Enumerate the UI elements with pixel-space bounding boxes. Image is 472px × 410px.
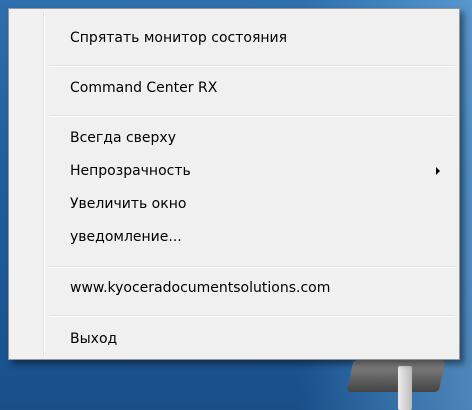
menu-item-label: Спрятать монитор состояния	[70, 30, 288, 46]
menu-item-label: Всегда сверху	[70, 130, 176, 146]
menu-item-label: Непрозрачность	[70, 163, 191, 179]
menu-item-command-center-rx[interactable]: Command Center RX	[11, 73, 457, 103]
menu-item-enlarge-window[interactable]: Увеличить окно	[11, 189, 457, 219]
menu-item-notification[interactable]: уведомление...	[11, 222, 457, 252]
menu-separator	[49, 115, 455, 116]
printer-tray	[398, 366, 412, 410]
menu-item-label: Command Center RX	[70, 80, 218, 96]
menu-item-always-on-top[interactable]: Всегда сверху	[11, 123, 457, 153]
printer-body	[346, 360, 446, 392]
menu-item-label: уведомление...	[70, 229, 182, 245]
context-menu: Спрятать монитор состояния Command Cente…	[8, 8, 460, 360]
menu-item-exit[interactable]: Выход	[11, 324, 457, 354]
menu-separator	[49, 266, 455, 267]
printer-device-image	[346, 360, 460, 410]
menu-item-label: Выход	[70, 331, 118, 347]
menu-item-opacity[interactable]: Непрозрачность	[11, 156, 457, 186]
menu-separator	[49, 65, 455, 66]
menu-separator	[49, 315, 455, 316]
menu-item-label: Увеличить окно	[70, 196, 187, 212]
menu-item-website-link[interactable]: www.kyoceradocumentsolutions.com	[11, 273, 457, 303]
chevron-right-icon	[436, 167, 440, 175]
menu-item-label: www.kyoceradocumentsolutions.com	[70, 280, 331, 296]
menu-item-hide-status-monitor[interactable]: Спрятать монитор состояния	[11, 23, 457, 53]
